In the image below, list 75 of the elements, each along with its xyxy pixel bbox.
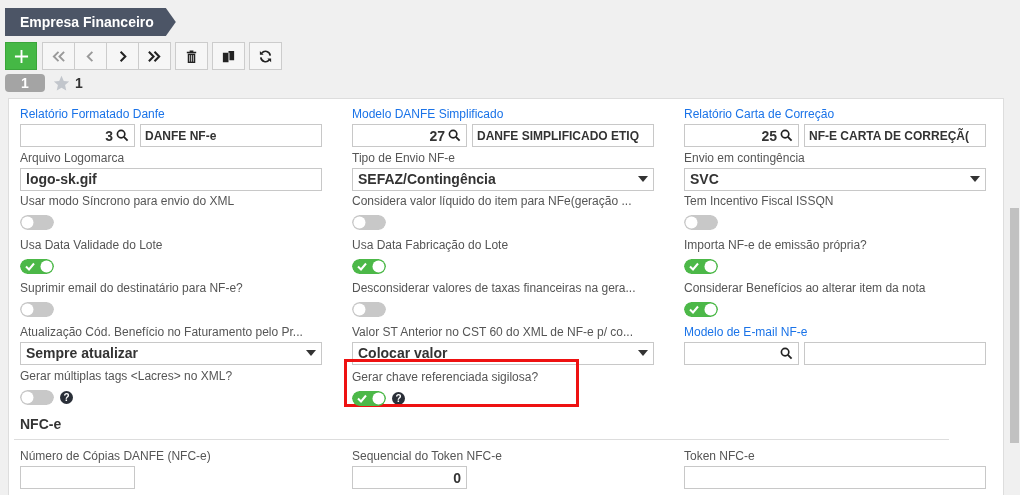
field-label: Atualização Cód. Benefício no Faturamento pelo Pr... — [20, 324, 303, 339]
field-label: Envio em contingência — [684, 150, 805, 165]
toggle-switch[interactable] — [352, 302, 386, 318]
toggle-switch[interactable] — [352, 215, 386, 231]
input-field[interactable]: 0 — [352, 466, 467, 490]
select-field[interactable]: Sempre atualizar — [20, 341, 322, 365]
caret-icon — [306, 350, 316, 357]
toggle-switch[interactable] — [684, 258, 718, 274]
field-label: Relatório Formatado Danfe — [20, 107, 165, 121]
select-field[interactable]: SVC — [684, 167, 986, 191]
field-label: Número de Cópias DANFE (NFC-e) — [20, 449, 211, 464]
copy-button[interactable] — [212, 42, 245, 70]
description-field[interactable]: DANFE NF-e — [140, 124, 322, 147]
search-icon[interactable] — [780, 129, 793, 142]
toggle-switch[interactable] — [20, 215, 54, 231]
description-field[interactable]: DANFE SIMPLIFICADO ETIQ — [472, 124, 654, 147]
star-icon[interactable] — [53, 74, 70, 92]
field-label: Gerar múltiplas tags <Lacres> no XML? — [20, 368, 233, 383]
favorite-count: 1 — [75, 75, 83, 91]
toggle-switch[interactable] — [20, 389, 54, 405]
field-label: Arquivo Logomarca — [20, 150, 125, 165]
help-icon[interactable]: ? — [60, 390, 73, 404]
code-field[interactable] — [684, 341, 799, 365]
trash-icon — [184, 48, 199, 64]
field-label: Token NFC-e — [684, 449, 755, 464]
description-field[interactable]: NF-E CARTA DE CORREÇÃ( — [804, 124, 986, 147]
field-label: Gerar chave referenciada sigilosa? — [352, 369, 539, 384]
caret-icon — [638, 176, 648, 183]
refresh-button[interactable] — [249, 42, 282, 70]
field-label: Considera valor líquido do item para NFe(geração ... — [352, 194, 632, 209]
caret-icon — [638, 350, 648, 357]
double-right-chevron-button[interactable] — [138, 42, 171, 70]
search-icon[interactable] — [116, 129, 129, 142]
input-field[interactable] — [684, 466, 986, 490]
code-field[interactable]: 25 — [684, 124, 799, 147]
breadcrumb-tab[interactable]: Empresa Financeiro — [5, 8, 176, 36]
field-label: Tem Incentivo Fiscal ISSQN — [684, 194, 834, 209]
select-field[interactable]: SEFAZ/Contingência — [352, 167, 654, 191]
text-field[interactable]: logo-sk.gif — [20, 167, 322, 191]
code-field[interactable]: 27 — [352, 124, 467, 147]
code-field[interactable]: 3 — [20, 124, 135, 147]
description-field[interactable] — [804, 341, 986, 365]
copy-icon — [221, 48, 236, 64]
field-label: Relatório Carta de Correção — [684, 107, 835, 121]
search-icon[interactable] — [448, 129, 461, 142]
toggle-switch[interactable] — [352, 258, 386, 274]
plus-button[interactable] — [5, 42, 37, 70]
refresh-icon — [258, 48, 273, 64]
toggle-switch[interactable] — [20, 258, 54, 274]
double-right-chevron-icon — [147, 48, 162, 64]
right-chevron-button[interactable] — [106, 42, 139, 70]
toggle-switch[interactable] — [684, 302, 718, 318]
field-label: Desconsiderar valores de taxas financeiras na gera... — [352, 281, 636, 296]
trash-button[interactable] — [175, 42, 208, 70]
field-label: Usa Data Fabricação do Lote — [352, 237, 509, 252]
caret-icon — [970, 176, 980, 183]
help-icon[interactable]: ? — [392, 391, 405, 405]
field-label: Valor ST Anterior no CST 60 do XML de NF-e p/ co... — [352, 324, 634, 339]
field-label: Considerar Benefícios ao alterar item da nota — [684, 281, 926, 296]
field-label: Modelo de E-mail NF-e — [684, 324, 808, 339]
toggle-switch[interactable] — [684, 215, 718, 231]
input-field[interactable] — [20, 466, 135, 490]
field-label: Sequencial do Token NFC-e — [352, 449, 502, 464]
field-label: Usa Data Validade do Lote — [20, 237, 163, 252]
plus-icon — [13, 48, 29, 64]
search-icon[interactable] — [780, 346, 793, 360]
section-title: NFC-e — [20, 416, 62, 433]
toggle-switch[interactable] — [20, 302, 54, 318]
double-left-chevron-icon — [51, 48, 66, 64]
field-label: Modelo DANFE Simplificado — [352, 107, 504, 121]
field-label: Importa NF-e de emissão própria? — [684, 237, 867, 252]
field-label: Usar modo Síncrono para envio do XML — [20, 194, 235, 209]
field-label: Suprimir email do destinatário para NF-e? — [20, 281, 243, 296]
toggle-switch[interactable] — [352, 390, 386, 406]
field-label: Tipo de Envio NF-e — [352, 150, 455, 165]
